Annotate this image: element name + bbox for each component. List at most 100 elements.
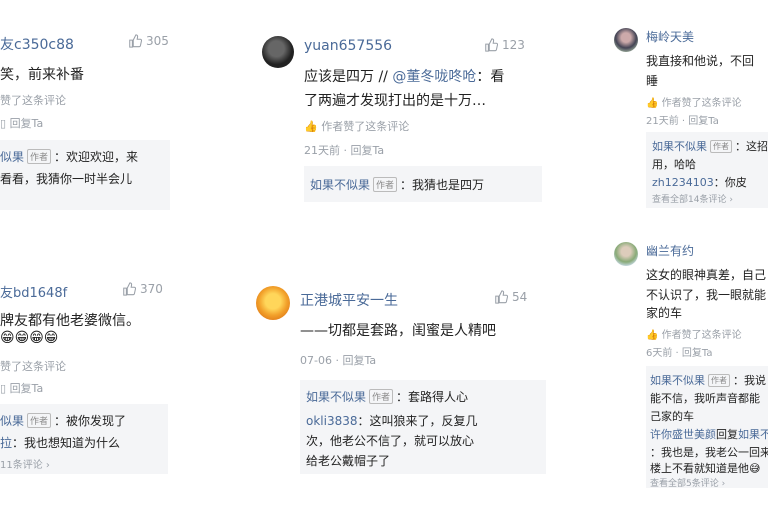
comment-time: 21天前 (304, 144, 340, 157)
comment-card-1: 友c350c88 305 笑，前来补番 赞了这条评论 ▯ 回复Ta 似果 作者 ：欢… (0, 28, 200, 218)
comment-text-line2: 不认识了，我一眼就能 (646, 288, 767, 302)
reply-text: ：我说 (733, 374, 766, 387)
liked-by-author: 赞了这条评论 (0, 360, 66, 373)
reply-author[interactable]: 似果 (0, 414, 24, 428)
thumbs-up-small-icon: 👍 (646, 98, 662, 109)
comment-text: 牌友都有他老婆微信。 (0, 313, 140, 329)
avatar[interactable] (256, 286, 290, 320)
comment-meta: 21天前 · 回复Ta (304, 144, 385, 157)
reply-item: 如果不似果 作者 ：这招 (652, 138, 768, 154)
reply-author[interactable]: 如果不似果 (650, 374, 705, 387)
reply-text-continued: 能不信，我听声音都能 (650, 392, 760, 405)
reply-item: 许你盛世美颜回复如果不 (650, 426, 768, 442)
reply-author[interactable]: okli3838 (306, 414, 358, 428)
comment-username[interactable]: 正港城平安一生 (300, 290, 398, 310)
avatar[interactable] (614, 28, 638, 52)
comment-time: 6天前 (646, 348, 673, 359)
view-all-replies-link[interactable]: 11条评论 › (0, 456, 50, 471)
reply-text: ：这叫狼来了，反复几 (357, 414, 478, 428)
view-all-replies-link[interactable]: 查看全部14条评论 › (652, 192, 733, 205)
like-button[interactable]: 54 (494, 290, 527, 304)
thumbs-up-small-icon: 👍 (304, 120, 322, 133)
comment-text-part: ：看 (476, 69, 505, 85)
reply-author[interactable]: 拉 (0, 436, 12, 450)
reply-icon: ▯ (0, 117, 10, 130)
author-tag: 作者 (369, 389, 394, 404)
reply-text: ：我猜也是四万 (400, 178, 485, 192)
comment-text: ——切都是套路，闺蜜是人精吧 (300, 323, 496, 339)
comment-username[interactable]: 友c350c88 (0, 34, 74, 54)
author-tag: 作者 (27, 149, 52, 164)
reply-text: ：套路得人心 (396, 390, 469, 404)
avatar[interactable] (262, 36, 294, 68)
like-button[interactable]: 123 (484, 38, 525, 52)
comment-text-line2: 睡 (646, 74, 659, 88)
reply-box: 似果 作者 ：欢迎欢迎，来 看看，我猜你一时半会儿 (0, 140, 170, 210)
reply-author[interactable]: 如果不似果 (652, 140, 707, 153)
author-tag: 作者 (710, 140, 732, 153)
comment-text: 我直接和他说，不回 (646, 54, 755, 68)
comment-username[interactable]: 梅岭天美 (646, 28, 694, 45)
like-count: 370 (140, 282, 163, 296)
comment-username[interactable]: yuan657556 (304, 38, 392, 54)
like-button[interactable]: 305 (128, 34, 169, 48)
comment-card-3: 梅岭天美 我直接和他说，不回 睡 👍 作者赞了这条评论 21天前 · 回复Ta … (606, 24, 768, 214)
reply-link[interactable]: ▯ 回复Ta (0, 115, 43, 131)
reply-link[interactable]: ▯ 回复Ta (0, 380, 43, 396)
reply-author[interactable]: zh1234103 (652, 176, 714, 189)
comment-text: 应该是四万 // @董冬咙咚呛：看 (304, 66, 504, 86)
comment-meta: 07-06 · 回复Ta (300, 354, 377, 367)
thumbs-up-icon (495, 290, 508, 304)
reply-item: 如果不似果 作者 ：我说 (650, 372, 766, 388)
reply-author[interactable]: 似果 (0, 150, 24, 164)
reply-link[interactable]: 回复Ta (351, 144, 385, 157)
reply-item: 拉：我也想知道为什么 (0, 434, 120, 451)
reply-text: ：欢迎欢迎，来 (54, 150, 139, 164)
reply-item: 似果 作者 ：欢迎欢迎，来 (0, 148, 138, 165)
thumbs-up-icon (129, 34, 142, 48)
reply-icon: ▯ (0, 382, 10, 395)
reply-text-continued: 给老公戴帽子了 (306, 454, 391, 468)
reply-box: 如果不似果 作者 ：这招 用，哈哈 zh1234103：你皮 查看全部14条评论 › (646, 132, 768, 208)
reply-author[interactable]: 如果不似果 (310, 178, 370, 192)
reply-text-continued: ：我也是，我老公一回来 (650, 446, 768, 459)
liked-by-author: 👍 作者赞了这条评论 (646, 98, 742, 109)
reply-text-continued: 用，哈哈 (652, 158, 696, 171)
reply-item: okli3838：这叫狼来了，反复几 (306, 412, 478, 429)
reply-link[interactable]: 回复Ta (688, 116, 719, 127)
reply-box: 似果 作者 ：被你发现了 拉：我也想知道为什么 11条评论 › (0, 404, 168, 474)
reply-text-continued: 楼上不看就知道是他😅 (650, 462, 761, 475)
thumbs-up-icon (123, 282, 136, 296)
comment-card-6: 幽兰有约 这女的眼神真差，自己 不认识了，我一眼就能 家的车 👍 作者赞了这条评… (606, 238, 768, 494)
comment-card-2: yuan657556 123 应该是四万 // @董冬咙咚呛：看 了两遍才发现打… (262, 28, 542, 208)
liked-by-author: 👍 作者赞了这条评论 (646, 330, 742, 341)
emoji-row: 😁😁😁😁 (0, 330, 59, 346)
comment-meta: 21天前 · 回复Ta (646, 116, 719, 127)
thumbs-up-small-icon: 👍 (646, 330, 662, 341)
like-count: 123 (502, 38, 525, 52)
comment-text: 这女的眼神真差，自己 (646, 268, 767, 282)
like-count: 305 (146, 34, 169, 48)
reply-link[interactable]: 回复Ta (342, 354, 376, 367)
reply-box: 如果不似果 作者 ：套路得人心 okli3838：这叫狼来了，反复几 次，他老公不信… (300, 380, 546, 474)
comment-username[interactable]: 友bd1648f (0, 282, 67, 301)
view-all-replies-link[interactable]: 查看全部5条评论 › (650, 476, 725, 489)
reply-author[interactable]: 如果不似果 (306, 390, 366, 404)
reply-author[interactable]: 许你盛世美颜 (650, 428, 716, 441)
comment-text-line2: 了两遍才发现打出的是十万… (304, 93, 486, 109)
author-tag: 作者 (708, 374, 730, 387)
reply-target[interactable]: 如果不 (738, 428, 768, 441)
reply-text-continued: 己家的车 (650, 410, 694, 423)
comment-username[interactable]: 幽兰有约 (646, 242, 694, 259)
author-tag: 作者 (27, 413, 52, 428)
reply-item: 如果不似果 作者 ：我猜也是四万 (310, 176, 484, 193)
mention-link[interactable]: @董冬咙咚呛 (392, 69, 476, 85)
like-button[interactable]: 370 (122, 282, 163, 296)
reply-link[interactable]: 回复Ta (682, 348, 713, 359)
reply-text-continued: 看看，我猜你一时半会儿 (0, 172, 133, 186)
avatar[interactable] (614, 242, 638, 266)
thumbs-up-icon (485, 38, 498, 52)
comment-text: 笑，前来补番 (0, 67, 84, 83)
reply-text: ：你皮 (713, 176, 747, 189)
author-tag: 作者 (373, 177, 398, 192)
